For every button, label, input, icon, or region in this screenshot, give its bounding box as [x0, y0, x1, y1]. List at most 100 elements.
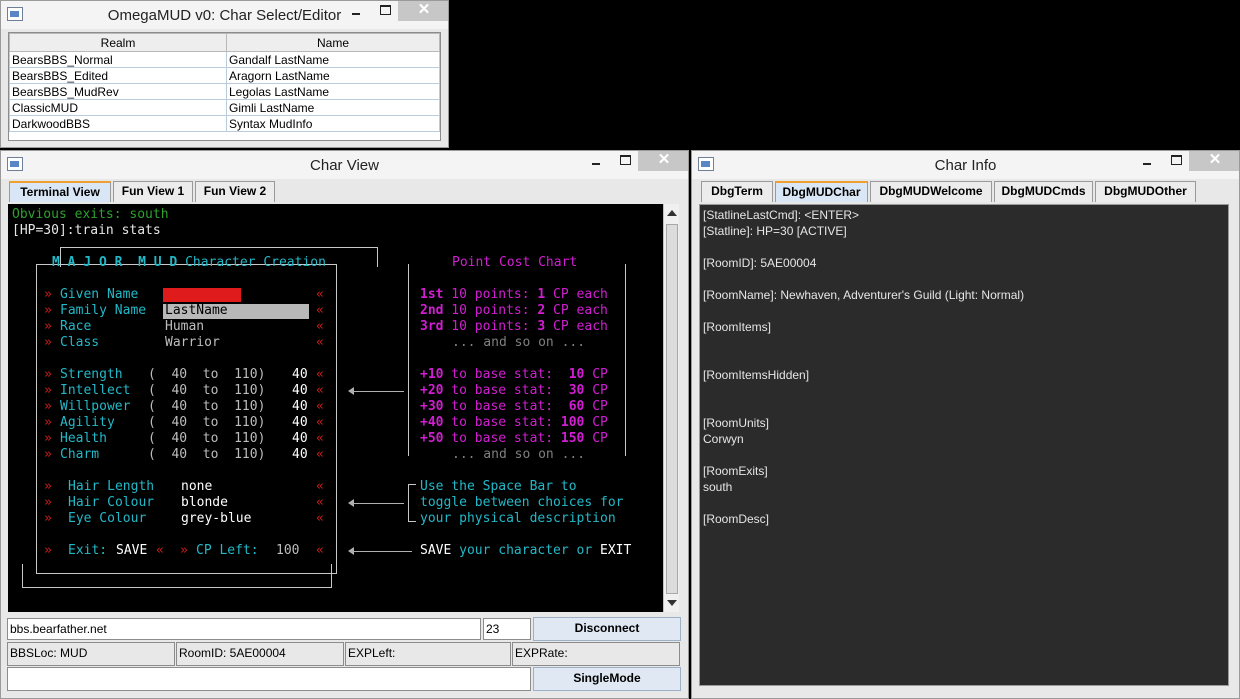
space-help-line: your physical description — [420, 511, 616, 526]
given-name-field[interactable] — [163, 288, 241, 302]
row-marker-right: « — [316, 335, 324, 350]
stat-name: Strength — [60, 367, 123, 382]
tab-dbgmudwelcome[interactable]: DbgMUDWelcome — [870, 181, 992, 202]
realm-cell[interactable]: DarkwoodBBS — [9, 115, 227, 132]
tab-dbgmudchar[interactable]: DbgMUDChar — [775, 181, 868, 202]
row-marker-left: » — [44, 383, 52, 398]
maximize-icon[interactable] — [372, 1, 398, 21]
table-row[interactable]: ClassicMUD Gimli LastName — [9, 99, 440, 116]
base-tail: CP — [584, 367, 608, 382]
name-cell[interactable]: Gimli LastName — [226, 99, 440, 116]
stat-name: Agility — [60, 415, 115, 430]
close-icon[interactable]: ✕ — [398, 1, 448, 21]
column-header-realm[interactable]: Realm — [9, 33, 227, 52]
save-help-save: SAVE — [420, 543, 452, 558]
expleft-status: EXPLeft: — [345, 642, 511, 666]
save-help-exit: EXIT — [600, 543, 632, 558]
realm-cell[interactable]: BearsBBS_Normal — [9, 51, 227, 68]
base-line: +40 to base stat: 100 CP — [420, 415, 608, 431]
tab-dbgmudcmds[interactable]: DbgMUDCmds — [994, 181, 1093, 202]
base-tail: CP — [584, 415, 608, 430]
row-marker-right: « — [316, 415, 324, 430]
exprate-status: EXPRate: — [512, 642, 680, 666]
host-field[interactable]: bbs.bearfather.net — [7, 618, 481, 640]
base-text: to base stat: — [443, 383, 569, 398]
hair-length-label: Hair Length — [68, 479, 155, 494]
minimize-icon[interactable] — [1134, 151, 1160, 171]
row-marker-right: « — [316, 543, 324, 558]
realm-cell[interactable]: ClassicMUD — [9, 99, 227, 116]
pointer-arrow — [348, 387, 404, 395]
cost-tail: CP each — [545, 287, 608, 302]
family-name-label: Family Name — [60, 303, 147, 318]
scroll-down-icon[interactable] — [667, 600, 677, 606]
base-tail: CP — [584, 431, 608, 446]
cost-line: 2nd 10 points: 2 CP each — [420, 303, 608, 319]
character-creation-title: Character Creation — [185, 255, 326, 270]
save-option[interactable]: SAVE — [116, 543, 147, 559]
port-field[interactable]: 23 — [483, 618, 531, 640]
tab-fun-view-1[interactable]: Fun View 1 — [113, 181, 193, 202]
tab-terminal-view[interactable]: Terminal View — [9, 181, 111, 202]
disconnect-button[interactable]: Disconnect — [533, 617, 681, 641]
name-cell[interactable]: Legolas LastName — [226, 83, 440, 100]
tab-dbgterm[interactable]: DbgTerm — [701, 181, 773, 202]
maximize-icon[interactable] — [612, 151, 638, 171]
row-marker-left: » — [180, 543, 188, 558]
table-row[interactable]: BearsBBS_Normal Gandalf LastName — [9, 51, 440, 68]
row-marker-right: « — [316, 319, 324, 334]
singlemode-button[interactable]: SingleMode — [533, 667, 681, 691]
row-marker-left: » — [44, 479, 52, 494]
scroll-thumb[interactable] — [666, 224, 678, 594]
name-cell[interactable]: Gandalf LastName — [226, 51, 440, 68]
stat-value: 40 — [292, 399, 308, 414]
cost-line: 3rd 10 points: 3 CP each — [420, 319, 608, 335]
stat-value: 40 — [292, 431, 308, 446]
name-cell[interactable]: Syntax MudInfo — [226, 115, 440, 132]
table-row[interactable]: DarkwoodBBS Syntax MudInfo — [9, 115, 440, 132]
tab-dbgmudother[interactable]: DbgMUDOther — [1095, 181, 1196, 202]
stat-range: ( 40 to 110) — [148, 431, 266, 446]
realm-cell[interactable]: BearsBBS_MudRev — [9, 83, 227, 100]
stat-value: 40 — [292, 415, 308, 430]
row-marker-right: « — [316, 367, 324, 382]
save-help-line: SAVE your character or EXIT — [420, 543, 631, 559]
row-marker-left: » — [44, 287, 52, 302]
info-line: [RoomName]: Newhaven, Adventurer's Guild… — [703, 288, 1025, 302]
cost-tail: CP each — [545, 319, 608, 334]
row-marker-left: » — [44, 367, 52, 382]
row-marker-right: « — [316, 495, 324, 510]
base-line: +50 to base stat: 150 CP — [420, 431, 608, 447]
realm-cell[interactable]: BearsBBS_Edited — [9, 67, 227, 84]
close-icon[interactable]: ✕ — [1189, 151, 1239, 171]
table-row[interactable]: BearsBBS_MudRev Legolas LastName — [9, 83, 440, 100]
minimize-icon[interactable] — [343, 1, 369, 21]
tab-fun-view-2[interactable]: Fun View 2 — [195, 181, 275, 202]
row-marker-left: » — [44, 431, 52, 446]
race-label: Race — [60, 319, 92, 334]
minimize-icon[interactable] — [583, 151, 609, 171]
info-line: [RoomID]: 5AE00004 — [703, 256, 817, 270]
base-line: +20 to base stat: 30 CP — [420, 383, 608, 399]
maximize-icon[interactable] — [1163, 151, 1189, 171]
row-marker-right: « — [316, 447, 324, 462]
terminal-scrollbar[interactable] — [663, 204, 679, 612]
command-input[interactable] — [7, 667, 531, 691]
row-marker-right: « — [316, 479, 324, 494]
space-help-line: toggle between choices for — [420, 495, 624, 510]
scroll-up-icon[interactable] — [667, 210, 677, 216]
close-icon[interactable]: ✕ — [638, 151, 688, 171]
column-header-name[interactable]: Name — [226, 33, 440, 52]
name-cell[interactable]: Aragorn LastName — [226, 67, 440, 84]
row-marker-left: » — [44, 543, 52, 558]
char-info-text[interactable]: [StatlineLastCmd]: <ENTER> [Statline]: H… — [699, 204, 1229, 686]
title-bar: OmegaMUD v0: Char Select/Editor ✕ — [1, 1, 448, 29]
title-bar: Char Info ✕ — [692, 151, 1239, 179]
table-row[interactable]: BearsBBS_Edited Aragorn LastName — [9, 67, 440, 84]
info-line: [Statline]: HP=30 [ACTIVE] — [703, 224, 847, 238]
row-marker-left: » — [44, 335, 52, 350]
race-value: Human — [165, 319, 205, 334]
cp-left-label: CP Left: — [196, 543, 259, 558]
row-marker-right: « — [316, 431, 324, 446]
terminal-screen[interactable]: Obvious exits: south [HP=30]:train stats… — [8, 204, 663, 612]
